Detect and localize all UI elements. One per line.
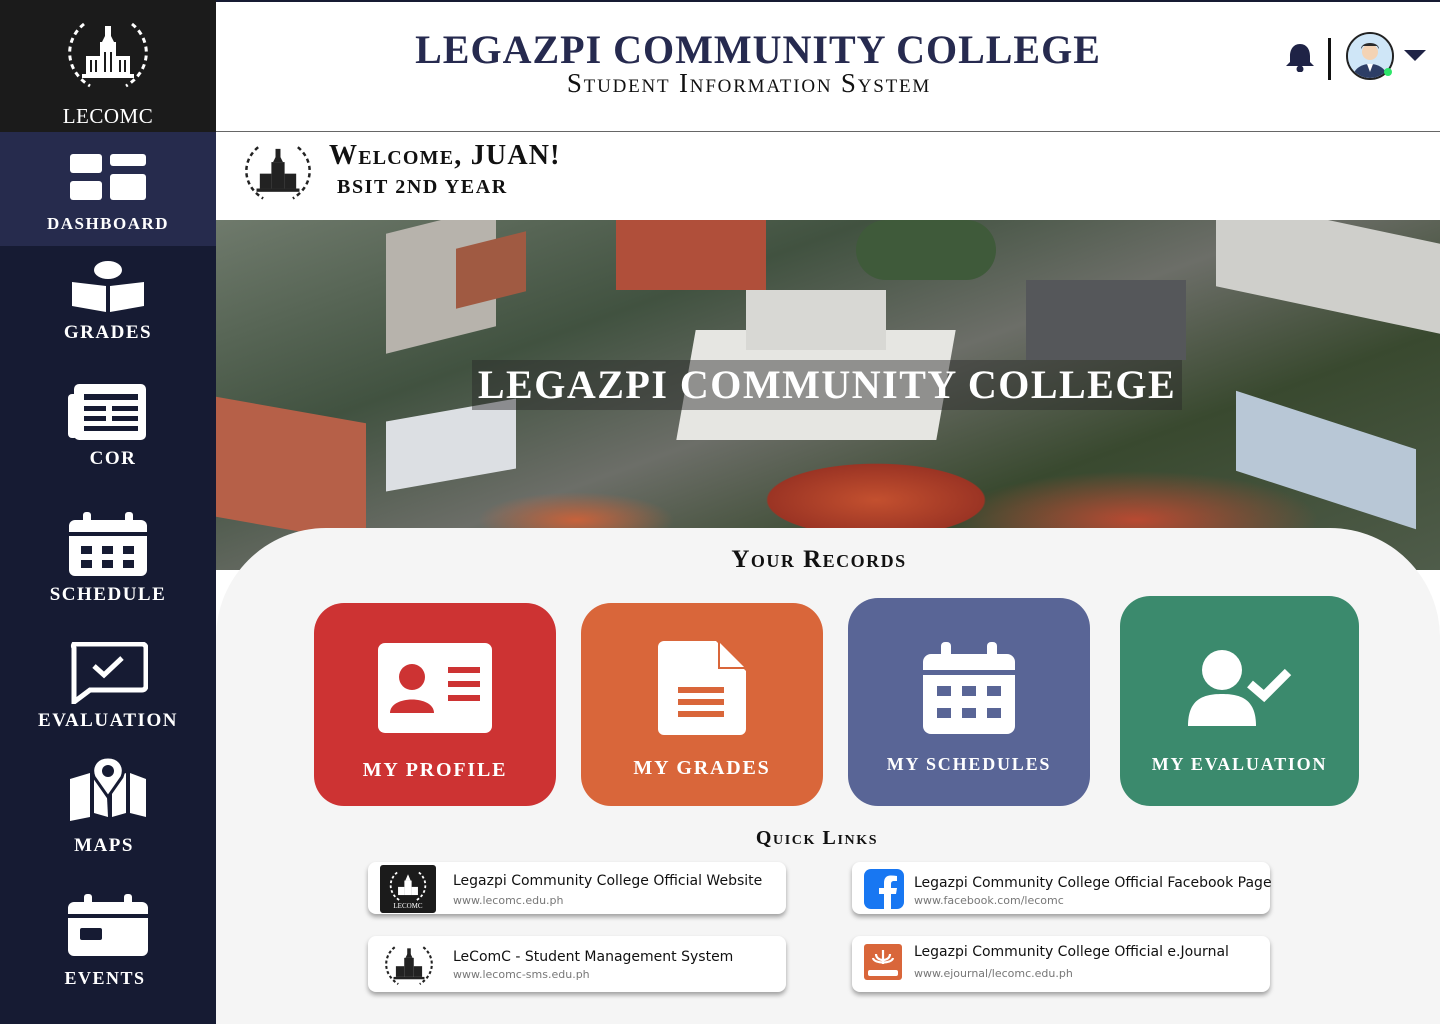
quick-links-title: Quick Links (755, 827, 879, 849)
welcome-subtitle: BSIT 2ND YEAR (337, 176, 508, 198)
bell-icon[interactable] (1284, 42, 1316, 77)
link-url: www.lecomc.edu.ph (453, 894, 564, 907)
top-header: LEGAZPI COMMUNITY COLLEGE Student Inform… (216, 0, 1440, 132)
link-url: www.ejournal/lecomc.edu.ph (914, 967, 1073, 980)
college-seal-icon (380, 940, 438, 994)
campus-banner-image: LEGAZPI COMMUNITY COLLEGE (216, 220, 1440, 570)
building-shape (1216, 220, 1440, 334)
sidebar-item-label: EVENTS (64, 968, 146, 988)
facebook-icon (864, 869, 904, 913)
college-seal-icon (68, 22, 148, 88)
newspaper-icon (0, 384, 216, 440)
my-schedules-card[interactable]: MY SCHEDULES (848, 598, 1090, 806)
sidebar-item-grades[interactable]: GRADES (0, 252, 216, 352)
brand[interactable]: LECOMC (0, 0, 216, 132)
quick-link-website[interactable]: LECOMC Legazpi Community College Officia… (368, 862, 786, 914)
records-title: Your Records (731, 546, 907, 573)
sidebar-item-evaluation[interactable]: EVALUATION (0, 640, 216, 740)
link-url: www.lecomc-sms.edu.ph (453, 968, 590, 981)
online-status-indicator (1384, 68, 1392, 76)
brand-label: LECOMC (62, 104, 154, 128)
link-title: LeComC - Student Management System (453, 949, 734, 965)
sidebar-item-label: MAPS (74, 835, 134, 856)
user-check-icon (1120, 650, 1359, 726)
document-icon (581, 641, 823, 735)
link-title: Legazpi Community College Official e.Jou… (914, 944, 1229, 960)
link-url: www.facebook.com/lecomc (914, 894, 1064, 907)
sidebar-item-maps[interactable]: MAPS (0, 755, 216, 860)
app-subtitle: Student Information System (566, 68, 932, 98)
book-reader-icon (0, 260, 216, 312)
building-shape (616, 220, 766, 290)
sidebar-item-label: DASHBOARD (46, 214, 170, 233)
card-label: MY EVALUATION (1151, 754, 1328, 774)
building-shape (216, 396, 366, 544)
sidebar-item-events[interactable]: EVENTS (0, 890, 216, 995)
journal-icon (864, 944, 902, 984)
quick-link-ejournal[interactable]: Legazpi Community College Official e.Jou… (852, 936, 1270, 992)
card-label: MY PROFILE (362, 759, 508, 781)
dashboard-icon (0, 154, 216, 200)
map-pin-icon (0, 755, 216, 821)
calendar-icon (848, 642, 1090, 734)
college-seal-icon (245, 146, 311, 200)
building-shape (1026, 280, 1186, 360)
my-grades-card[interactable]: MY GRADES (581, 603, 823, 806)
link-title: Legazpi Community College Official Websi… (453, 873, 763, 889)
sidebar-item-schedule[interactable]: SCHEDULE (0, 510, 216, 610)
quick-link-sms[interactable]: LeComC - Student Management System www.l… (368, 936, 786, 992)
app-title: LEGAZPI COMMUNITY COLLEGE (415, 27, 1101, 72)
quick-link-facebook[interactable]: Legazpi Community College Official Faceb… (852, 862, 1272, 914)
link-title: Legazpi Community College Official Faceb… (914, 875, 1272, 891)
sidebar-item-label: GRADES (63, 322, 153, 343)
card-label: MY GRADES (633, 757, 771, 779)
welcome-title: Welcome, JUAN! (329, 140, 561, 171)
header-divider (1328, 38, 1331, 80)
building-shape (1236, 390, 1416, 530)
sidebar-item-label: EVALUATION (38, 710, 178, 731)
id-card-icon (314, 643, 556, 733)
welcome-section: Welcome, JUAN! BSIT 2ND YEAR (216, 133, 1440, 220)
sidebar: LECOMC DASHBOARD GRADES COR SCHEDULE EVA… (0, 0, 216, 1024)
event-calendar-icon (0, 894, 216, 956)
calendar-icon (0, 512, 216, 576)
chat-check-icon (0, 642, 216, 704)
building-shape (856, 220, 996, 280)
my-evaluation-card[interactable]: MY EVALUATION (1120, 596, 1359, 806)
chevron-down-icon[interactable] (1404, 50, 1426, 61)
building-shape (746, 290, 886, 350)
my-profile-card[interactable]: MY PROFILE (314, 603, 556, 806)
building-shape (386, 398, 516, 492)
sidebar-item-dashboard[interactable]: DASHBOARD (0, 132, 216, 246)
logo-text: LECOMC (393, 902, 423, 910)
sidebar-item-cor[interactable]: COR (0, 380, 216, 480)
lecomc-logo-icon: LECOMC (380, 865, 436, 913)
banner-title: LEGAZPI COMMUNITY COLLEGE (472, 360, 1182, 410)
card-label: MY SCHEDULES (886, 754, 1052, 774)
sidebar-item-label: COR (89, 448, 137, 469)
sidebar-item-label: SCHEDULE (49, 584, 167, 605)
